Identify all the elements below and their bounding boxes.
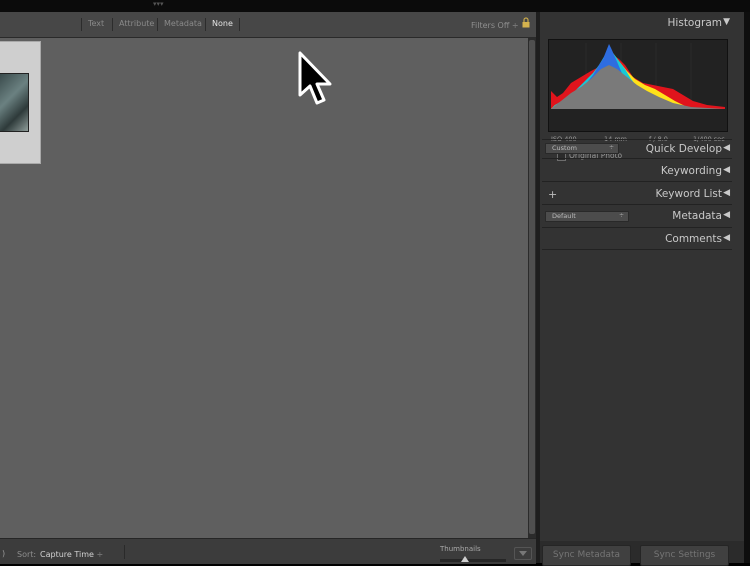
- panel-separator: [542, 204, 732, 205]
- grid-cell[interactable]: [0, 41, 41, 164]
- sort-value: Capture Time: [40, 550, 94, 559]
- expand-arrow-icon[interactable]: ◀: [723, 233, 730, 243]
- sync-bar: Sync Metadata Sync Settings: [540, 541, 744, 566]
- panel-separator: [542, 158, 732, 159]
- lock-icon[interactable]: [522, 17, 530, 28]
- histogram-panel[interactable]: ISO 400 14 mm f / 8.0 1/400 sec Original…: [548, 39, 728, 161]
- filter-none[interactable]: None: [212, 19, 233, 28]
- sync-settings-label: Sync Settings: [653, 550, 716, 560]
- filter-separator: [205, 18, 206, 31]
- scrollbar-thumb[interactable]: [529, 40, 535, 534]
- thumbnails-label: Thumbnails: [440, 545, 481, 553]
- sort-label: Sort:: [17, 550, 37, 559]
- sync-metadata-label: Sync Metadata: [552, 550, 621, 560]
- keywording-title[interactable]: Keywording: [661, 165, 722, 177]
- filter-metadata[interactable]: Metadata: [164, 19, 202, 28]
- add-keyword-icon[interactable]: +: [548, 188, 557, 201]
- expand-arrow-icon[interactable]: ◀: [723, 165, 730, 175]
- quick-develop-title[interactable]: Quick Develop: [646, 143, 722, 155]
- filters-off-label: Filters Off: [471, 21, 510, 30]
- quick-develop-preset: Custom: [552, 144, 577, 152]
- panel-separator: [542, 181, 732, 182]
- quick-develop-preset-dropdown[interactable]: Custom ÷: [545, 143, 619, 154]
- expand-arrow-icon[interactable]: ◀: [723, 143, 730, 153]
- metadata-preset-dropdown[interactable]: Default ÷: [545, 211, 629, 222]
- panel-separator: [542, 227, 732, 228]
- sort-direction-icon[interactable]: ): [2, 549, 5, 558]
- toolbar-menu-button[interactable]: [514, 547, 532, 560]
- expand-arrow-icon[interactable]: ◀: [723, 210, 730, 220]
- thumbnail-size-knob[interactable]: [461, 556, 469, 562]
- panel-grip-icon[interactable]: ▾▾▾: [153, 0, 164, 8]
- keyword-list-title[interactable]: Keyword List: [655, 188, 722, 200]
- panel-separator: [542, 249, 732, 250]
- metadata-preset: Default: [552, 212, 576, 220]
- library-filter-bar: Text Attribute Metadata None Filters Off…: [0, 12, 536, 38]
- filters-off-dropdown[interactable]: Filters Off ÷: [471, 21, 519, 30]
- bottom-toolbar: ) Sort: Capture Time ÷ Thumbnails: [0, 538, 536, 564]
- dropdown-arrow-icon: ÷: [608, 144, 614, 151]
- library-grid[interactable]: [0, 38, 528, 538]
- comments-title[interactable]: Comments: [665, 233, 722, 245]
- metadata-title[interactable]: Metadata: [672, 210, 722, 222]
- filter-separator: [112, 18, 113, 31]
- right-panel: Histogram ▼ ISO 400 14 mm f / 8.0 1/400 …: [540, 12, 744, 563]
- toolbar-separator: [124, 545, 125, 559]
- histogram-title[interactable]: Histogram: [668, 17, 722, 29]
- panel-separator: [542, 139, 732, 140]
- grid-scrollbar[interactable]: [528, 38, 536, 538]
- filter-text[interactable]: Text: [88, 19, 104, 28]
- photo-thumbnail[interactable]: [0, 73, 29, 132]
- filter-separator: [239, 18, 240, 31]
- filter-separator: [81, 18, 82, 31]
- expand-arrow-icon[interactable]: ◀: [723, 188, 730, 198]
- thumbnail-size-slider[interactable]: [440, 559, 506, 562]
- histogram-graph: [551, 43, 725, 109]
- mouse-pointer-icon: [298, 51, 332, 105]
- collapse-arrow-icon[interactable]: ▼: [723, 17, 730, 27]
- right-edge-strip: [744, 12, 750, 563]
- sort-dropdown[interactable]: Capture Time ÷: [40, 550, 103, 559]
- window-top-strip: ▾▾▾: [0, 0, 750, 12]
- filter-separator: [157, 18, 158, 31]
- dropdown-arrow-icon: ÷: [618, 212, 624, 219]
- filter-attribute[interactable]: Attribute: [119, 19, 154, 28]
